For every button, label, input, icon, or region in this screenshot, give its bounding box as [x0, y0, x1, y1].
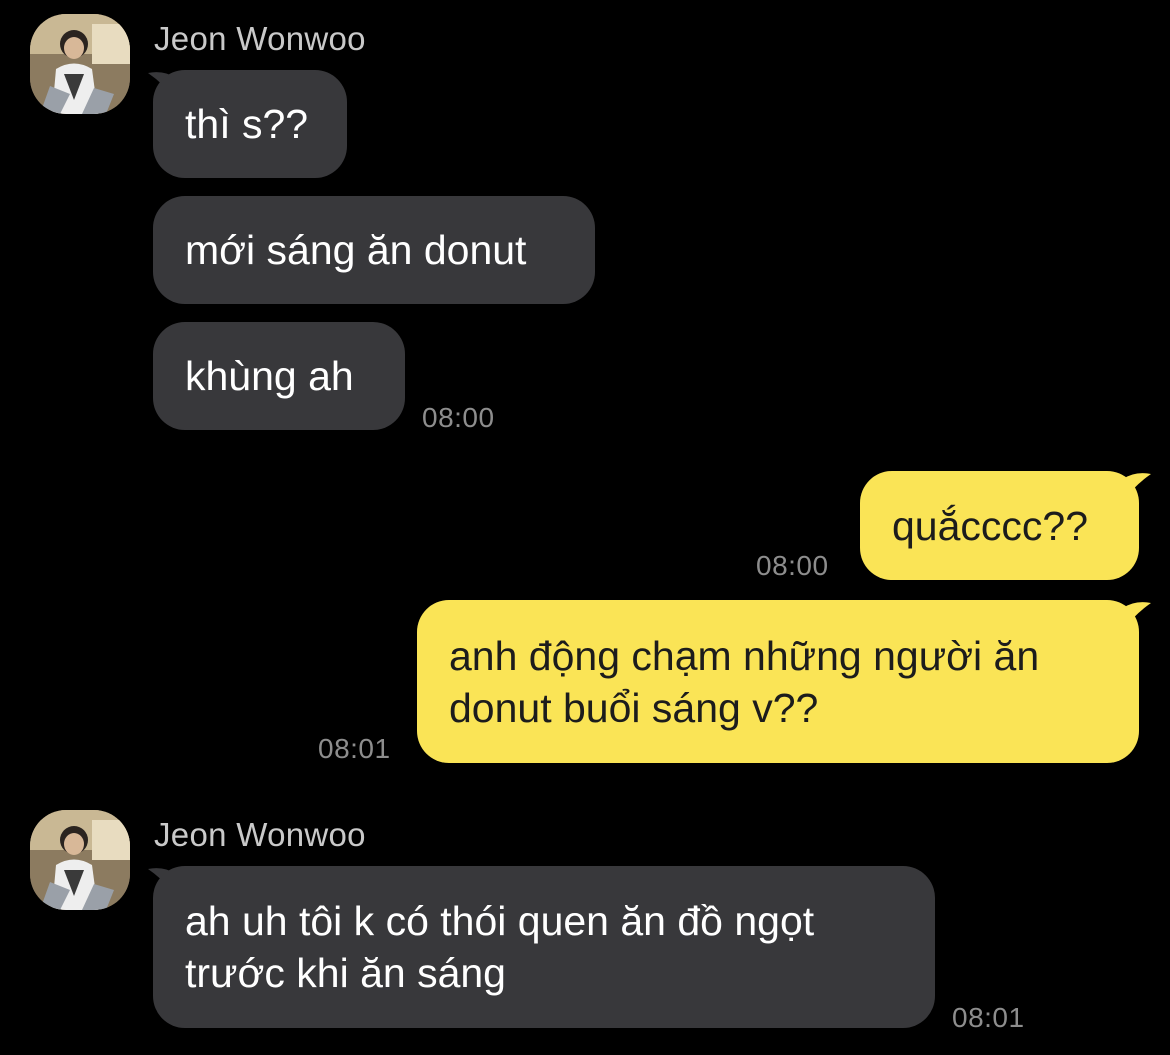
message-text: khùng ah	[185, 353, 354, 399]
sender-name: Jeon Wonwoo	[154, 816, 366, 853]
bubble-tail	[1123, 600, 1153, 630]
message-text: ah uh tôi k có thói quen ăn đồ ngọt trướ…	[185, 898, 815, 996]
sender-name: Jeon Wonwoo	[154, 20, 366, 57]
message-bubble[interactable]: thì s??	[153, 70, 347, 178]
avatar[interactable]	[30, 14, 130, 114]
message-timestamp: 08:01	[318, 733, 391, 764]
message-timestamp: 08:00	[422, 402, 495, 433]
message-bubble[interactable]: khùng ah	[153, 322, 405, 430]
avatar[interactable]	[30, 810, 130, 910]
message-bubble[interactable]: ah uh tôi k có thói quen ăn đồ ngọt trướ…	[153, 866, 935, 1028]
message-timestamp: 08:00	[756, 550, 829, 581]
message-bubble[interactable]: mới sáng ăn donut	[153, 196, 595, 304]
message-text: mới sáng ăn donut	[185, 227, 527, 273]
bubble-tail	[1123, 471, 1153, 501]
message-bubble[interactable]: quắcccc??	[860, 471, 1139, 580]
message-text: quắcccc??	[892, 502, 1089, 549]
message-bubble[interactable]: anh động chạm những người ăn donut buổi …	[417, 600, 1139, 763]
profile-photo-icon	[30, 810, 130, 910]
profile-photo-icon	[30, 14, 130, 114]
message-timestamp: 08:01	[952, 1002, 1025, 1033]
message-text: anh động chạm những người ăn donut buổi …	[449, 632, 1040, 731]
message-text: thì s??	[185, 101, 309, 147]
